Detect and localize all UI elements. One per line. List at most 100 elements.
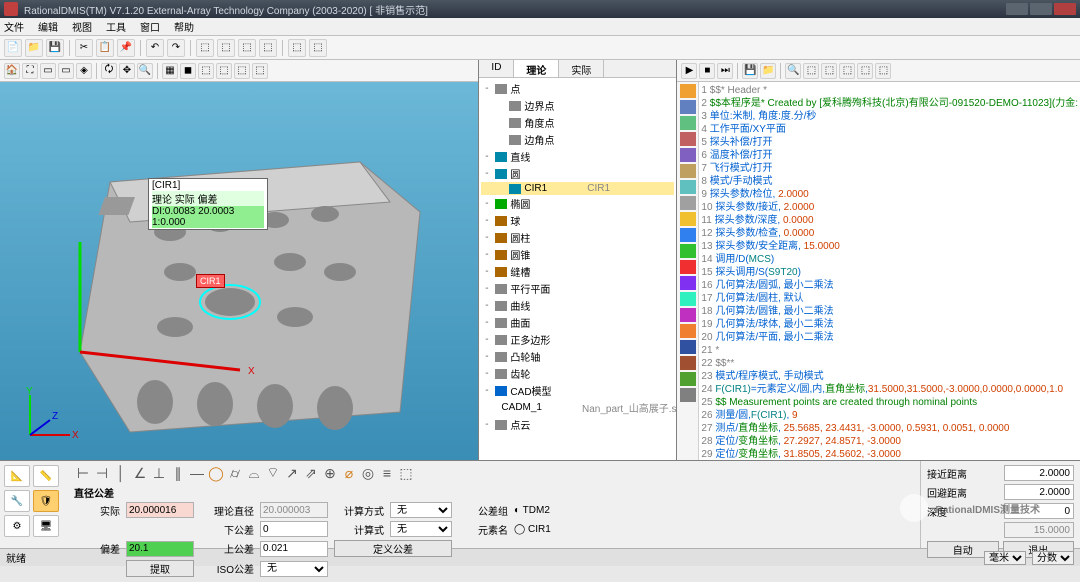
code-line[interactable]: 17 几何算法/圆柱, 默认 <box>701 292 1078 305</box>
geom-dia-icon[interactable]: ⌀ <box>340 464 358 482</box>
view-opt4-icon[interactable]: ⬚ <box>252 63 268 79</box>
approach-input[interactable] <box>1004 465 1074 481</box>
undo-button[interactable]: ↶ <box>146 39 164 57</box>
iso-select[interactable]: 无 <box>260 561 328 577</box>
geom-runout-icon[interactable]: ↗ <box>283 464 301 482</box>
code-line[interactable]: 28 定位/变角坐标, 27.2927, 24.8571, -3.0000 <box>701 435 1078 448</box>
gutter-icon[interactable] <box>680 260 696 274</box>
lower-input[interactable] <box>260 521 328 537</box>
gutter-icon[interactable] <box>680 196 696 210</box>
gutter-icon[interactable] <box>680 276 696 290</box>
code-line[interactable]: 27 测点/直角坐标, 25.5685, 23.4431, -3.0000, 0… <box>701 422 1078 435</box>
view-rotate-icon[interactable]: 🗘 <box>101 63 117 79</box>
tree-item[interactable]: 边角点 <box>481 131 674 148</box>
code-line[interactable]: 16 几何算法/圆弧, 最小二乘法 <box>701 279 1078 292</box>
code-line[interactable]: 13 探头参数/安全距离, 15.0000 <box>701 240 1078 253</box>
code-line[interactable]: 6 温度补偿/打开 <box>701 149 1078 162</box>
code-line[interactable]: 11 探头参数/深度, 0.0000 <box>701 214 1078 227</box>
code-line[interactable]: 12 探头参数/检查, 0.0000 <box>701 227 1078 240</box>
calc-select[interactable]: 无 <box>390 502 452 518</box>
code-line[interactable]: 26 测量/圆,F(CIR1), 9 <box>701 409 1078 422</box>
code-opt3-icon[interactable]: ⬚ <box>839 63 855 79</box>
tree-item[interactable]: -正多边形 <box>481 331 674 348</box>
actual-input[interactable] <box>126 502 194 518</box>
cut-button[interactable]: ✂ <box>75 39 93 57</box>
open-button[interactable]: 📁 <box>25 39 43 57</box>
code-step-icon[interactable]: ⏭ <box>717 63 733 79</box>
code-line[interactable]: 20 几何算法/平面, 最小二乘法 <box>701 331 1078 344</box>
tool-2[interactable]: ⬚ <box>217 39 235 57</box>
code-line[interactable]: 22 $$** <box>701 357 1078 370</box>
tree-item[interactable]: -点云 <box>481 416 674 433</box>
close-button[interactable] <box>1054 3 1076 15</box>
feature-tree[interactable]: -点边界点角度点边角点-直线-圆CIR1CIR1-椭圆-球-圆柱-圆锥-缝槽-平… <box>479 78 676 460</box>
code-run-icon[interactable]: ▶ <box>681 63 697 79</box>
feature-callout[interactable]: [CIR1] 理论 实际 偏差 DI:0.0083 20.0003 1:0.00… <box>148 178 268 230</box>
units-select[interactable]: 毫米 <box>984 551 1026 565</box>
angle-select[interactable]: 分数 <box>1032 551 1074 565</box>
geom-pos-icon[interactable]: ⊕ <box>321 464 339 482</box>
palette-btn-5[interactable]: ⚙ <box>4 515 30 537</box>
geom-line3-icon[interactable]: │ <box>112 464 130 482</box>
code-opt4-icon[interactable]: ⬚ <box>857 63 873 79</box>
code-line[interactable]: 14 调用/D(MCS) <box>701 253 1078 266</box>
palette-btn-6[interactable]: 🖥 <box>33 515 59 537</box>
gutter-icon[interactable] <box>680 244 696 258</box>
geom-cyl-icon[interactable]: ⌭ <box>226 464 244 482</box>
view-shade-icon[interactable]: ◼ <box>180 63 196 79</box>
tree-item[interactable]: CADM_1Nan_part_山高展子.stp <box>481 399 674 416</box>
geom-flat-icon[interactable]: — <box>188 464 206 482</box>
menu-view[interactable]: 视图 <box>72 19 92 34</box>
geom-surf-icon[interactable]: ⌔ <box>264 464 282 482</box>
geom-circle-icon[interactable]: ◯ <box>207 464 225 482</box>
code-line[interactable]: 29 定位/变角坐标, 31.8505, 24.5602, -3.0000 <box>701 448 1078 460</box>
gutter-icon[interactable] <box>680 340 696 354</box>
tool-4[interactable]: ⬚ <box>259 39 277 57</box>
geom-parallel-icon[interactable]: ∥ <box>169 464 187 482</box>
view-fit-icon[interactable]: ⛶ <box>22 63 38 79</box>
tool-3[interactable]: ⬚ <box>238 39 256 57</box>
tool-6[interactable]: ⬚ <box>309 39 327 57</box>
geom-angle-icon[interactable]: ∠ <box>131 464 149 482</box>
geom-line1-icon[interactable]: ⊢ <box>74 464 92 482</box>
tree-item[interactable]: -齿轮 <box>481 365 674 382</box>
upper-input[interactable] <box>260 541 328 557</box>
view-opt2-icon[interactable]: ⬚ <box>216 63 232 79</box>
palette-btn-4[interactable]: 🛡 <box>33 490 59 512</box>
palette-btn-2[interactable]: 📏 <box>33 465 59 487</box>
gutter-icon[interactable] <box>680 84 696 98</box>
menu-tools[interactable]: 工具 <box>106 19 126 34</box>
code-line[interactable]: 9 探头参数/检位, 2.0000 <box>701 188 1078 201</box>
code-line[interactable]: 3 单位:米制, 角度:度.分/秒 <box>701 110 1078 123</box>
code-line[interactable]: 19 几何算法/球体, 最小二乘法 <box>701 318 1078 331</box>
view-front-icon[interactable]: ▭ <box>58 63 74 79</box>
geom-other-icon[interactable]: ⬚ <box>397 464 415 482</box>
tree-item[interactable]: CIR1CIR1 <box>481 182 674 195</box>
code-line[interactable]: 8 模式/手动模式 <box>701 175 1078 188</box>
calc2-select[interactable]: 无 <box>390 521 452 537</box>
code-line[interactable]: 21 * <box>701 344 1078 357</box>
gutter-icon[interactable] <box>680 100 696 114</box>
tree-item[interactable]: -圆柱 <box>481 229 674 246</box>
paste-button[interactable]: 📌 <box>117 39 135 57</box>
retract-input[interactable] <box>1004 484 1074 500</box>
gutter-icon[interactable] <box>680 388 696 402</box>
gutter-icon[interactable] <box>680 148 696 162</box>
gutter-icon[interactable] <box>680 132 696 146</box>
tree-item[interactable]: -圆锥 <box>481 246 674 263</box>
code-line[interactable]: 7 飞行模式/打开 <box>701 162 1078 175</box>
depth-input[interactable] <box>1004 503 1074 519</box>
gutter-icon[interactable] <box>680 180 696 194</box>
tree-item[interactable]: -凸轮轴 <box>481 348 674 365</box>
menu-help[interactable]: 帮助 <box>174 19 194 34</box>
code-line[interactable]: 15 探头调用/S(S9T20) <box>701 266 1078 279</box>
palette-btn-3[interactable]: 🔧 <box>4 490 30 512</box>
view-pan-icon[interactable]: ✥ <box>119 63 135 79</box>
code-stop-icon[interactable]: ■ <box>699 63 715 79</box>
tree-item[interactable]: -CAD模型 <box>481 382 674 399</box>
tree-item[interactable]: -缝槽 <box>481 263 674 280</box>
maximize-button[interactable] <box>1030 3 1052 15</box>
gutter-icon[interactable] <box>680 292 696 306</box>
geom-conc-icon[interactable]: ◎ <box>359 464 377 482</box>
geom-prof-icon[interactable]: ⌓ <box>245 464 263 482</box>
